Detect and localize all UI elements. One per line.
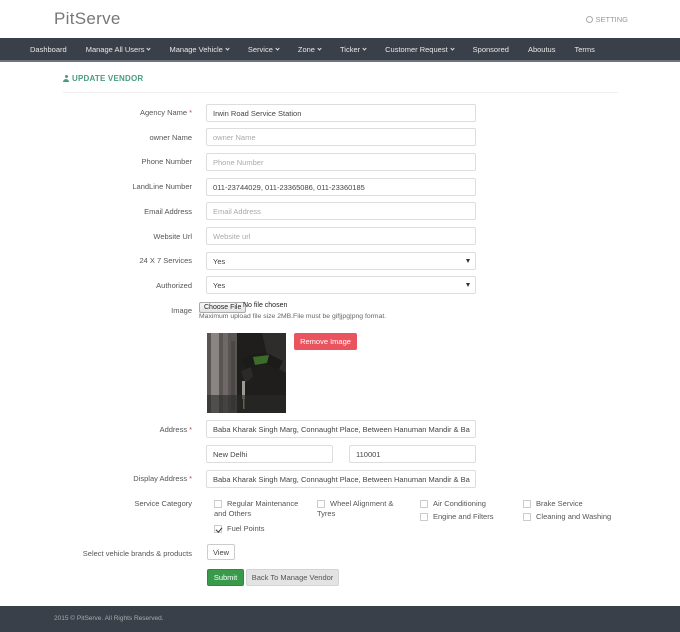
nav-service[interactable]: Service — [248, 45, 280, 54]
address-label: Address * — [159, 425, 192, 434]
address-input[interactable]: Baba Kharak Singh Marg, Connaught Place,… — [206, 420, 476, 438]
checkbox[interactable] — [214, 500, 222, 508]
required-icon: * — [189, 474, 192, 483]
checkbox[interactable] — [523, 500, 531, 508]
authorized-value: Yes — [213, 280, 226, 290]
nav-terms[interactable]: Terms — [574, 45, 594, 54]
top-bar: PitServe SETTING — [0, 0, 680, 38]
setting-label: SETTING — [595, 15, 628, 24]
website-url-label: Website Url — [153, 232, 192, 241]
phone-number-input[interactable]: Phone Number — [206, 153, 476, 171]
remove-image-button[interactable]: Remove Image — [294, 333, 357, 350]
page-title-text: UPDATE VENDOR — [72, 74, 144, 83]
service-option-label: Cleaning and Washing — [536, 512, 612, 521]
vehicle-brands-label: Select vehicle brands & products — [82, 549, 192, 558]
service-option-label: Brake Service — [536, 499, 583, 508]
services-24x7-value: Yes — [213, 256, 226, 266]
owner-name-label: owner Name — [149, 133, 192, 142]
display-address-label: Display Address * — [133, 474, 192, 483]
display-address-input[interactable]: Baba Kharak Singh Marg, Connaught Place,… — [206, 470, 476, 488]
service-option-label: Engine and Filters — [433, 512, 494, 521]
fuel-nozzle-photo — [207, 333, 286, 413]
checkbox[interactable] — [523, 513, 531, 521]
email-address-input[interactable]: Email Address — [206, 202, 476, 220]
chevron-down-icon — [146, 45, 152, 51]
service-category-label: Service Category — [134, 499, 192, 508]
chevron-down-icon — [362, 45, 367, 51]
chevron-down-icon — [317, 45, 322, 51]
nav-zone[interactable]: Zone — [298, 45, 322, 54]
gear-icon — [586, 16, 594, 23]
required-icon: * — [189, 108, 192, 117]
agency-name-label: Agency Name * — [139, 108, 192, 117]
main-nav: Dashboard Manage All Users Manage Vehicl… — [0, 38, 680, 62]
footer: 2015 © PitServe. All Rights Reserved. — [0, 606, 680, 632]
checkbox[interactable] — [420, 500, 428, 508]
divider — [63, 92, 618, 93]
services-24x7-select[interactable]: Yes — [206, 252, 476, 270]
authorized-label: Authorized — [156, 281, 192, 290]
owner-name-input[interactable]: owner Name — [206, 128, 476, 146]
nav-manage-vehicle[interactable]: Manage Vehicle — [169, 45, 230, 54]
service-option-label: Wheel Alignment & — [330, 499, 394, 508]
services-24x7-label: 24 X 7 Services — [139, 256, 192, 265]
landline-number-label: LandLine Number — [132, 182, 192, 191]
nav-customer-request[interactable]: Customer Request — [385, 45, 455, 54]
chevron-down-icon — [275, 45, 280, 51]
view-brands-button[interactable]: View — [207, 544, 235, 560]
file-status: No file chosen — [243, 302, 288, 309]
website-url-input[interactable]: Website url — [206, 227, 476, 245]
agency-name-input[interactable]: Irwin Road Service Station — [206, 104, 476, 122]
app-logo[interactable]: PitServe — [54, 9, 121, 29]
caret-down-icon — [466, 259, 470, 263]
back-to-manage-vendor-button[interactable]: Back To Manage Vendor — [246, 569, 339, 586]
caret-down-icon — [466, 283, 470, 287]
nav-manage-all-users[interactable]: Manage All Users — [86, 45, 152, 54]
vendor-image — [207, 333, 286, 413]
setting-link[interactable]: SETTING — [586, 15, 628, 24]
landline-number-input[interactable]: 011-23744029, 011-23365086, 011-23360185 — [206, 178, 476, 196]
phone-number-label: Phone Number — [141, 157, 192, 166]
nav-ticker[interactable]: Ticker — [340, 45, 367, 54]
upload-hint: Maximum upload file size 2MB.File must b… — [199, 313, 387, 320]
checkbox[interactable] — [317, 500, 325, 508]
checkbox-checked[interactable] — [214, 525, 222, 533]
service-option-label: Regular Maintenance — [227, 499, 299, 508]
user-icon — [63, 75, 69, 82]
service-option-label: Fuel Points — [227, 524, 265, 533]
checkbox[interactable] — [420, 513, 428, 521]
email-address-label: Email Address — [144, 207, 192, 216]
pincode-input[interactable]: 110001 — [349, 445, 476, 463]
choose-file-button[interactable]: Choose File — [199, 302, 247, 313]
nav-aboutus[interactable]: Aboutus — [528, 45, 556, 54]
chevron-down-icon — [225, 45, 230, 51]
nav-sponsored[interactable]: Sponsored — [473, 45, 509, 54]
submit-button[interactable]: Submit — [207, 569, 244, 586]
page-title: UPDATE VENDOR — [63, 74, 143, 83]
city-input[interactable]: New Delhi — [206, 445, 333, 463]
chevron-down-icon — [450, 45, 455, 51]
required-icon: * — [189, 425, 192, 434]
image-label: Image — [171, 306, 192, 315]
nav-dashboard[interactable]: Dashboard — [30, 45, 67, 54]
service-option-label-cont: Tyres — [317, 509, 336, 518]
service-option-label: Air Conditioning — [433, 499, 486, 508]
copyright-text: 2015 © PitServe. All Rights Reserved. — [54, 615, 164, 622]
authorized-select[interactable]: Yes — [206, 276, 476, 294]
service-option-label-cont: and Others — [214, 509, 252, 518]
